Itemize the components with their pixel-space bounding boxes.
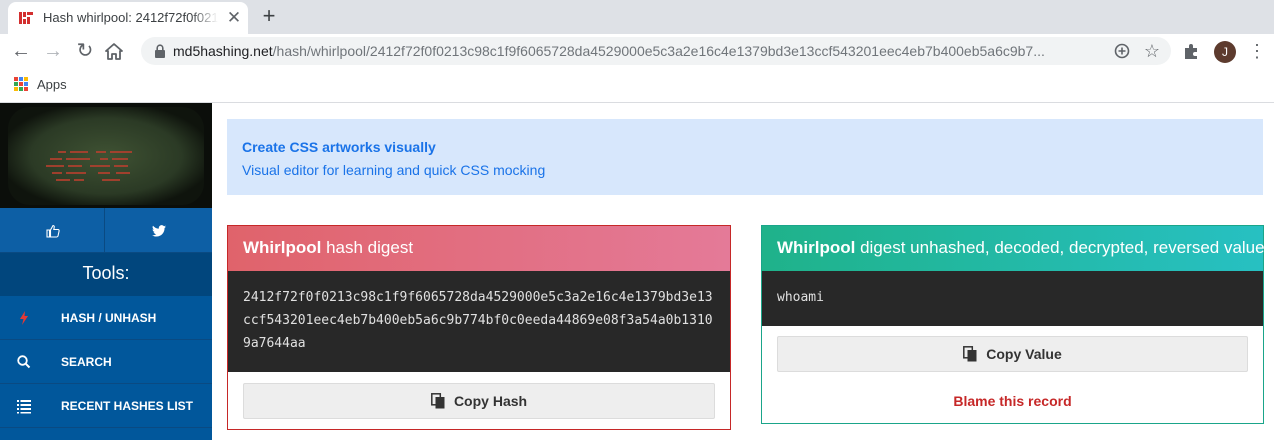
social-buttons (0, 208, 212, 253)
sidebar-item-label: RECENT HASHES LIST (61, 399, 194, 413)
algorithm-name: Whirlpool (777, 238, 856, 257)
copy-value-label: Copy Value (986, 346, 1062, 362)
browser-menu-icon[interactable]: ⋮ (1248, 41, 1266, 61)
browser-toolbar: ← → ↻ md5hashing.net/hash/whirlpool/2412… (0, 34, 1274, 68)
search-icon (17, 355, 31, 369)
sidebar-item-recent-hashes[interactable]: RECENT HASHES LIST (0, 384, 212, 428)
active-tab[interactable]: Hash whirlpool: 2412f72f0f0213c98c1f9f60… (8, 2, 248, 34)
tab-close-icon[interactable]: ✕ (225, 9, 243, 27)
tools-heading: Tools: (0, 253, 212, 296)
tab-title: Hash whirlpool: 2412f72f0f0213c98c1f9f60… (43, 10, 218, 25)
value-card-title: Whirlpool digest unhashed, decoded, decr… (762, 226, 1269, 271)
bookmark-star-icon[interactable]: ☆ (1142, 41, 1162, 61)
copy-hash-label: Copy Hash (453, 393, 528, 409)
url-host: md5hashing.net (173, 43, 273, 59)
twitter-button[interactable] (106, 208, 212, 253)
bookmarks-bar: Apps (0, 68, 1274, 103)
thumbs-up-icon (46, 224, 60, 238)
blame-record-link[interactable]: Blame this record (762, 393, 1263, 409)
sidebar-item-hash-unhash[interactable]: HASH / UNHASH (0, 296, 212, 340)
forward-arrow-icon[interactable]: → (41, 39, 65, 63)
apps-grid-icon[interactable] (14, 77, 28, 91)
hash-digest-value: 2412f72f0f0213c98c1f9f6065728da4529000e5… (228, 271, 730, 372)
sidebar-hero-image (0, 103, 212, 208)
list-icon (17, 400, 31, 414)
twitter-bird-icon (152, 225, 166, 237)
profile-avatar[interactable]: J (1214, 41, 1236, 63)
hash-card-title-rest: hash digest (321, 238, 414, 257)
ad-title[interactable]: Create CSS artworks visually (242, 139, 436, 155)
main-content: Create CSS artworks visually Visual edit… (212, 103, 1274, 440)
tab-strip: Hash whirlpool: 2412f72f0f0213c98c1f9f60… (0, 0, 1274, 34)
copy-icon (430, 393, 445, 409)
sidebar-item-label: HASH / UNHASH (61, 311, 157, 325)
sidebar-item-search[interactable]: SEARCH (0, 340, 212, 384)
copy-icon (963, 346, 977, 362)
site-favicon-icon (18, 10, 34, 26)
address-bar[interactable]: md5hashing.net/hash/whirlpool/2412f72f0f… (141, 37, 1171, 65)
reversed-value: whoami (762, 271, 1263, 326)
ad-banner[interactable]: Create CSS artworks visually Visual edit… (227, 119, 1263, 195)
zoom-plus-icon[interactable] (1113, 42, 1131, 60)
like-button[interactable] (0, 208, 105, 253)
sidebar-item-label: SEARCH (61, 355, 112, 369)
reload-icon[interactable]: ↻ (73, 39, 97, 63)
url-path: /hash/whirlpool/2412f72f0f0213c98c1f9f60… (272, 43, 1045, 59)
copy-value-button[interactable]: Copy Value (777, 336, 1248, 372)
home-icon[interactable] (105, 43, 123, 60)
new-tab-plus-icon[interactable]: + (258, 5, 280, 27)
sidebar: Tools: HASH / UNHASH SEARCH RECENT HASHE… (0, 103, 212, 440)
apps-bookmark[interactable]: Apps (37, 77, 67, 92)
back-arrow-icon[interactable]: ← (9, 39, 33, 63)
url-text[interactable]: md5hashing.net/hash/whirlpool/2412f72f0f… (173, 43, 1108, 59)
extensions-puzzle-icon[interactable] (1181, 42, 1201, 62)
hash-card-title: Whirlpool hash digest (228, 226, 730, 271)
reversed-value-card: Whirlpool digest unhashed, decoded, decr… (761, 225, 1269, 424)
value-card-title-rest: digest unhashed, decoded, decrypted, rev… (855, 238, 1270, 257)
browser-chrome: Hash whirlpool: 2412f72f0f0213c98c1f9f60… (0, 0, 1274, 103)
hash-digest-card: Whirlpool hash digest 2412f72f0f0213c98c… (227, 225, 731, 430)
copy-hash-button[interactable]: Copy Hash (243, 383, 715, 419)
algorithm-name: Whirlpool (243, 238, 322, 257)
lock-icon (155, 44, 165, 58)
ad-description[interactable]: Visual editor for learning and quick CSS… (242, 162, 545, 178)
bolt-icon (20, 311, 28, 325)
